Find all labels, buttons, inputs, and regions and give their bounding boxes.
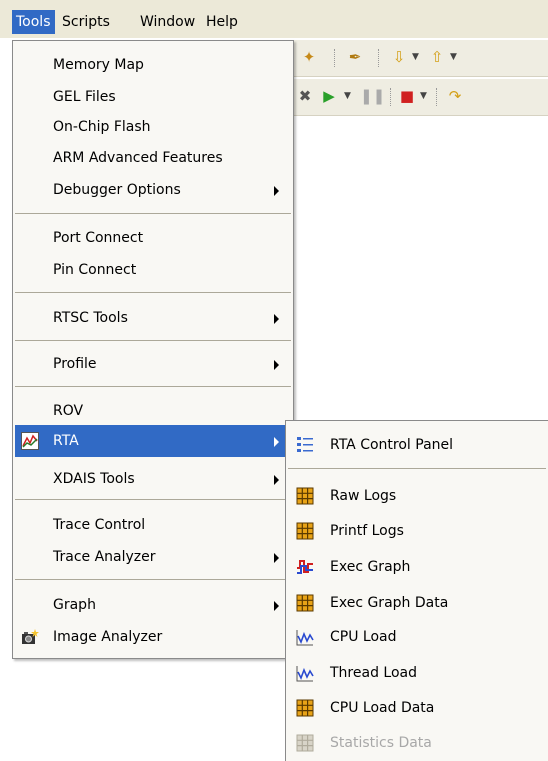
menu-item-xdais-tools[interactable]: XDAIS Tools <box>15 463 291 495</box>
suspend-icon[interactable]: ❚❚ <box>360 87 385 105</box>
menu-item-port-connect[interactable]: Port Connect <box>15 222 291 254</box>
menubar: Tools Scripts Window Help <box>0 0 548 38</box>
step-over-icon[interactable]: ↷ <box>446 87 464 105</box>
pin-icon[interactable]: ✒ <box>346 48 364 66</box>
menu-item-rtsc-tools[interactable]: RTSC Tools <box>15 302 291 334</box>
menu-scripts[interactable]: Scripts <box>58 10 114 34</box>
menu-item-on-chip-flash[interactable]: On-Chip Flash <box>15 111 291 143</box>
menu-item-printf-logs[interactable]: Printf Logs <box>288 515 546 547</box>
camera-icon <box>22 629 39 644</box>
menu-item-cpu-load-data[interactable]: CPU Load Data <box>288 692 546 724</box>
terminate-icon[interactable]: ■ <box>398 87 416 105</box>
menu-separator <box>15 386 291 387</box>
submenu-arrow-icon <box>274 186 279 196</box>
menu-item-trace-control[interactable]: Trace Control <box>15 509 291 541</box>
menu-separator <box>15 213 291 214</box>
menu-item-exec-graph[interactable]: Exec Graph <box>288 551 546 583</box>
submenu-arrow-icon <box>274 553 279 563</box>
menu-item-pin-connect[interactable]: Pin Connect <box>15 254 291 286</box>
load-up-icon[interactable]: ⇧ <box>428 48 446 66</box>
menu-item-rov[interactable]: ROV <box>15 395 291 427</box>
rta-chart-icon <box>21 432 39 450</box>
menu-item-gel-files[interactable]: GEL Files <box>15 81 291 113</box>
submenu-arrow-icon <box>274 360 279 370</box>
submenu-arrow-icon <box>274 601 279 611</box>
table-icon <box>296 487 314 505</box>
menu-item-statistics-data[interactable]: Statistics Data <box>288 727 546 759</box>
table-icon <box>296 594 314 612</box>
menu-help[interactable]: Help <box>202 10 242 34</box>
wand-icon[interactable]: ✦ <box>300 48 318 66</box>
menu-item-memory-map[interactable]: Memory Map <box>15 49 291 81</box>
exec-graph-icon <box>297 560 313 574</box>
table-icon <box>296 734 314 752</box>
menu-separator <box>15 579 291 580</box>
load-down-icon[interactable]: ⇩ <box>390 48 408 66</box>
menu-separator <box>288 468 546 469</box>
submenu-arrow-icon <box>274 314 279 324</box>
menu-separator <box>15 292 291 293</box>
table-icon <box>296 522 314 540</box>
resume-icon[interactable]: ▶ <box>320 87 338 105</box>
submenu-arrow-icon <box>274 475 279 485</box>
submenu-arrow-icon <box>274 437 279 447</box>
rta-submenu: RTA Control Panel Raw Logs Printf Logs E… <box>285 420 548 761</box>
load-graph-icon <box>296 630 314 646</box>
tools-menu: Memory Map GEL Files On-Chip Flash ARM A… <box>12 40 294 659</box>
menu-item-thread-load[interactable]: Thread Load <box>288 657 546 689</box>
control-panel-icon <box>297 437 313 452</box>
menu-item-debugger-options[interactable]: Debugger Options <box>15 174 291 206</box>
menu-item-cpu-load[interactable]: CPU Load <box>288 621 546 653</box>
menu-item-arm-advanced-features[interactable]: ARM Advanced Features <box>15 142 291 174</box>
menu-item-graph[interactable]: Graph <box>15 589 291 621</box>
menu-item-profile[interactable]: Profile <box>15 348 291 380</box>
menu-window[interactable]: Window <box>136 10 199 34</box>
menu-separator <box>15 499 291 500</box>
menu-item-rta[interactable]: RTA <box>15 425 291 457</box>
menu-item-trace-analyzer[interactable]: Trace Analyzer <box>15 541 291 573</box>
menu-item-raw-logs[interactable]: Raw Logs <box>288 480 546 512</box>
menu-item-rta-control-panel[interactable]: RTA Control Panel <box>288 429 546 461</box>
menu-tools[interactable]: Tools <box>12 10 55 34</box>
menu-item-image-analyzer[interactable]: Image Analyzer <box>15 621 291 653</box>
table-icon <box>296 699 314 717</box>
toolbar-top: ✦ ✒ ⇩ ▼ ⇧ ▼ <box>290 40 548 77</box>
menu-separator <box>15 340 291 341</box>
load-graph-icon <box>296 666 314 682</box>
toolbar-debug: ✖ ▶ ▼ ❚❚ ■ ▼ ↷ <box>290 79 548 116</box>
tool-icon[interactable]: ✖ <box>296 87 314 105</box>
menu-item-exec-graph-data[interactable]: Exec Graph Data <box>288 587 546 619</box>
